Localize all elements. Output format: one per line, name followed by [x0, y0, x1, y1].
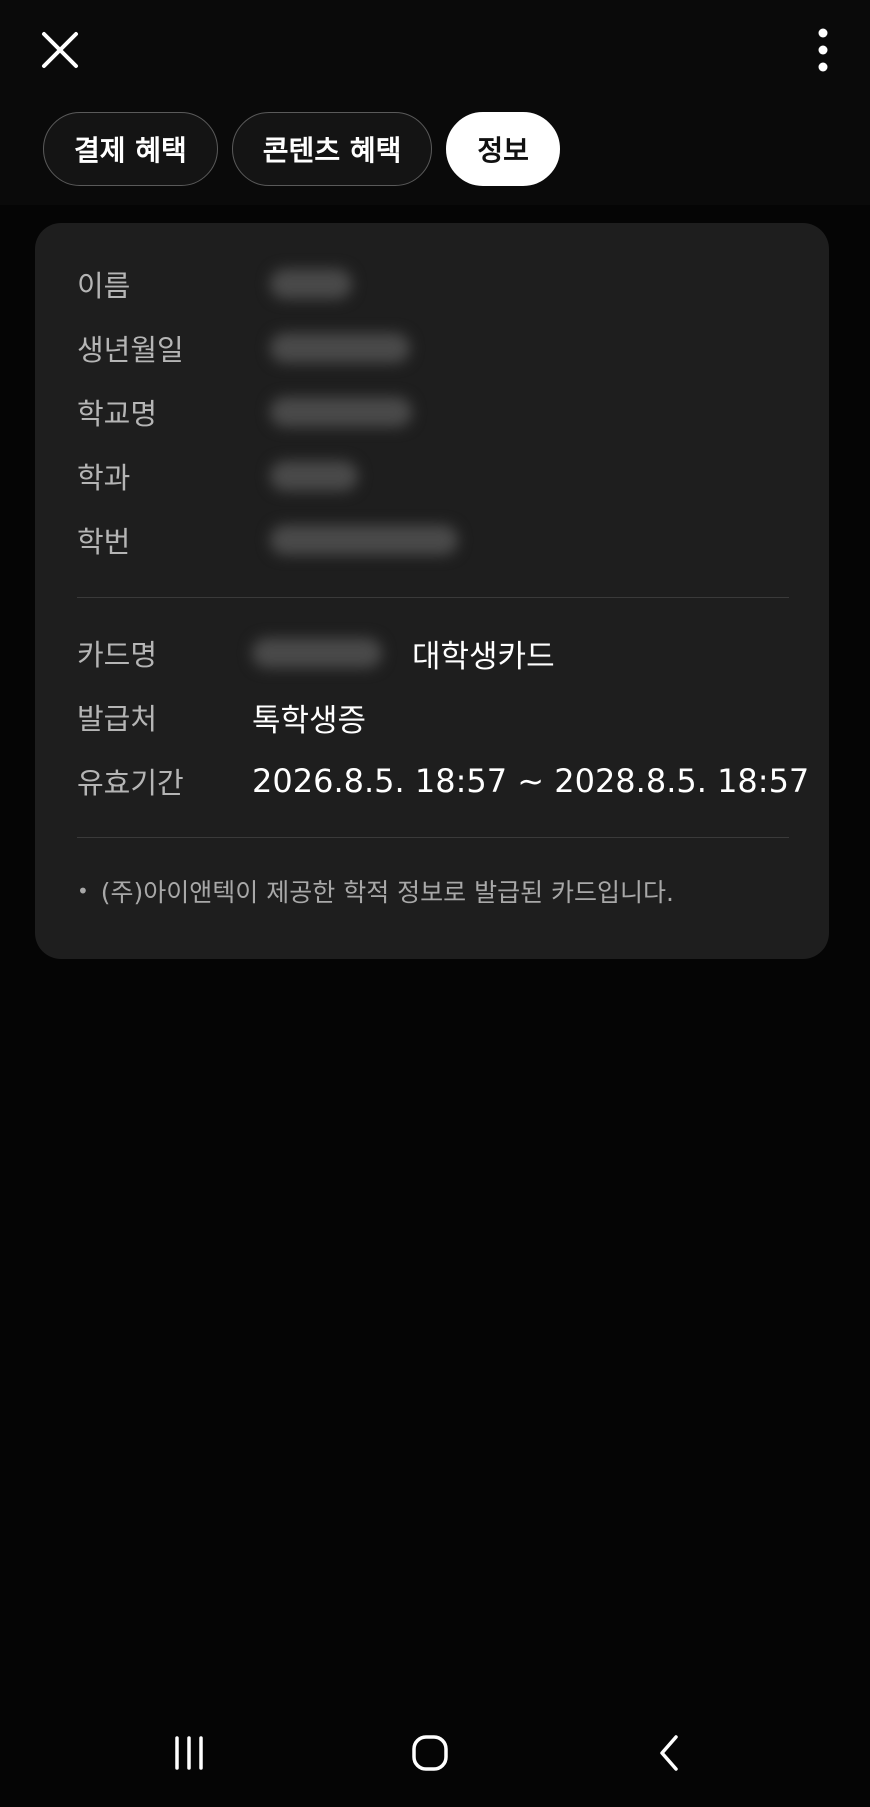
major-label: 학과 — [77, 461, 131, 495]
name-value-redacted — [270, 269, 352, 299]
back-icon — [660, 1735, 678, 1771]
card-name-value: 대학생카드 — [412, 638, 555, 675]
system-navigation-bar — [0, 1700, 870, 1807]
birthdate-value-redacted — [270, 333, 410, 363]
row-birthdate: 생년월일 — [77, 325, 410, 371]
major-value-redacted — [270, 461, 358, 491]
close-icon — [42, 32, 78, 68]
tab-bar: 결제 혜택 콘텐츠 혜택 정보 — [43, 112, 560, 186]
row-card-name: 카드명 대학생카드 — [77, 630, 555, 676]
row-issuer: 발급처 톡학생증 — [77, 694, 366, 740]
row-student-id: 학번 — [77, 517, 458, 563]
issuance-note: • (주)아이앤텍이 제공한 학적 정보로 발급된 카드입니다. — [77, 873, 674, 909]
tab-info[interactable]: 정보 — [446, 112, 560, 186]
issuer-label: 발급처 — [77, 702, 158, 736]
home-button[interactable] — [395, 1718, 465, 1788]
info-card: 이름 생년월일 학교명 학과 학번 카드명 대학생카드 발급처 톡학생증 유효기… — [35, 223, 829, 959]
name-label: 이름 — [77, 269, 131, 303]
school-label: 학교명 — [77, 397, 158, 431]
more-vertical-icon — [818, 28, 828, 72]
row-name: 이름 — [77, 261, 352, 307]
row-validity: 유효기간 2026.8.5. 18:57 ~ 2028.8.5. 18:57 — [77, 758, 809, 804]
tab-content-benefits[interactable]: 콘텐츠 혜택 — [231, 112, 433, 186]
home-icon — [412, 1735, 448, 1771]
more-options-button[interactable] — [798, 20, 848, 80]
validity-value: 2026.8.5. 18:57 ~ 2028.8.5. 18:57 — [252, 762, 810, 800]
divider — [77, 597, 789, 598]
row-school: 학교명 — [77, 389, 412, 435]
birthdate-label: 생년월일 — [77, 333, 184, 367]
school-value-redacted — [270, 397, 412, 427]
top-bar: 결제 혜택 콘텐츠 혜택 정보 — [0, 0, 870, 205]
recent-apps-icon — [175, 1736, 203, 1770]
student-id-label: 학번 — [77, 525, 131, 559]
divider — [77, 837, 789, 838]
tab-payment-benefits[interactable]: 결제 혜택 — [43, 112, 218, 186]
back-button[interactable] — [635, 1718, 705, 1788]
student-id-value-redacted — [270, 525, 458, 555]
issuer-value: 톡학생증 — [252, 702, 367, 739]
recent-apps-button[interactable] — [154, 1718, 224, 1788]
card-name-label: 카드명 — [77, 638, 158, 672]
validity-label: 유효기간 — [77, 766, 184, 800]
bullet-icon: • — [77, 879, 89, 903]
close-button[interactable] — [30, 20, 90, 80]
card-name-redacted — [252, 638, 382, 668]
row-major: 학과 — [77, 453, 358, 499]
issuance-note-text: (주)아이앤텍이 제공한 학적 정보로 발급된 카드입니다. — [100, 878, 674, 907]
